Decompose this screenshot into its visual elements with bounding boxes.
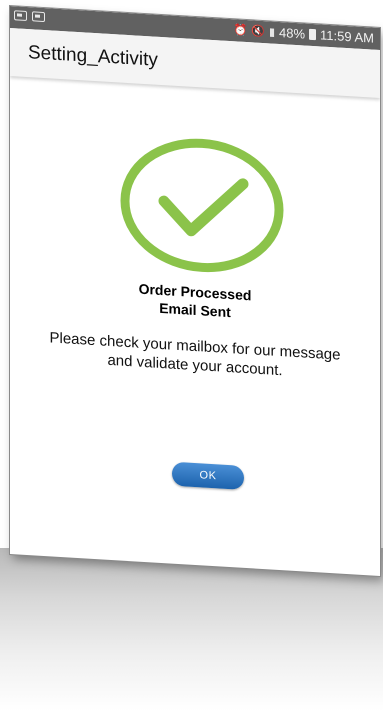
status-time: 11:59 AM bbox=[320, 27, 374, 46]
alarm-icon: ⏰ bbox=[233, 24, 248, 38]
check-circle-icon bbox=[120, 138, 284, 273]
confirmation-message: Please check your mailbox for our messag… bbox=[10, 326, 380, 386]
image-notification-icon bbox=[32, 11, 45, 23]
page-title: Setting_Activity bbox=[28, 42, 158, 71]
status-notifications bbox=[14, 10, 45, 23]
confirmation-content: Order Processed Email Sent Please check … bbox=[10, 76, 380, 576]
ok-button[interactable]: OK bbox=[172, 461, 244, 490]
battery-percent: 48% bbox=[279, 24, 306, 42]
signal-icon: ▮ bbox=[268, 26, 275, 39]
battery-icon bbox=[309, 28, 317, 41]
notification-icon bbox=[14, 10, 27, 22]
phone-screen: ⏰ 🔇 ▮ 48% 11:59 AM Setting_Activity Orde… bbox=[10, 6, 380, 576]
mute-icon: 🔇 bbox=[251, 25, 265, 39]
confirmation-headline: Order Processed Email Sent bbox=[10, 272, 380, 330]
